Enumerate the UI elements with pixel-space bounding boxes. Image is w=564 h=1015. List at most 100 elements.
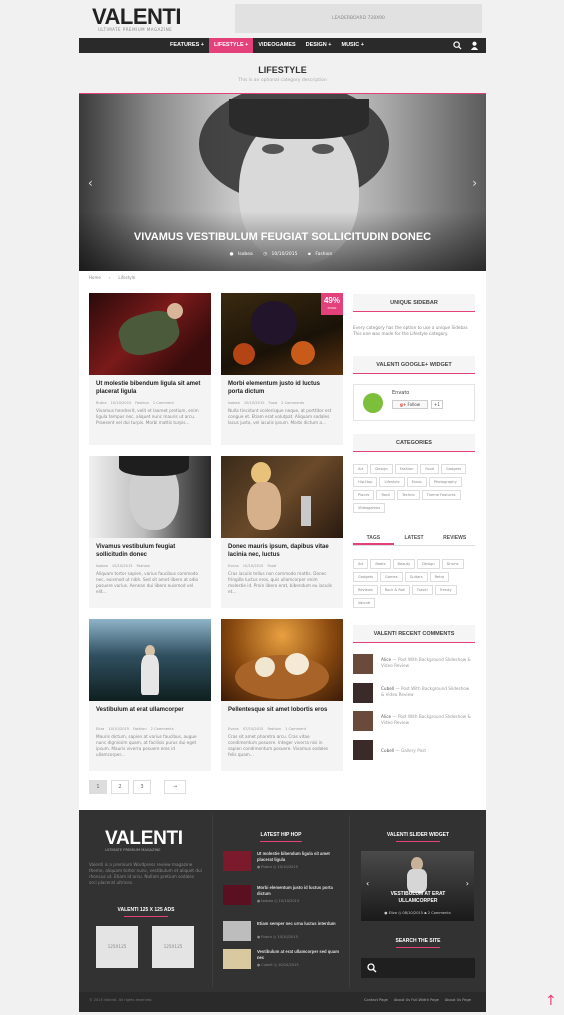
category-tag[interactable]: Food: [420, 464, 439, 474]
tag-link[interactable]: Drums: [441, 559, 464, 569]
category-tag[interactable]: Rock: [376, 490, 396, 500]
category-tag[interactable]: Art: [353, 464, 369, 474]
breadcrumb-home[interactable]: Home: [89, 275, 101, 280]
comment-text[interactable]: Alice — Post With Background Slideshow &…: [381, 657, 473, 669]
footer-post[interactable]: Ut molestie bibendum ligula sit amet pla…: [223, 851, 343, 871]
tag-link[interactable]: Guitars: [404, 572, 428, 582]
gplus-follow-button[interactable]: g+ Follow: [392, 400, 428, 409]
slider-prev-arrow-icon[interactable]: ‹: [366, 879, 369, 888]
footer-post[interactable]: Morbi elementum justo id luctus porta di…: [223, 885, 343, 905]
page-3-button[interactable]: 3: [133, 780, 151, 794]
tag-link[interactable]: Trendy: [434, 585, 457, 595]
leaderboard-ad[interactable]: LEADERBOARD 728X90: [235, 4, 482, 33]
page-2-button[interactable]: 2: [111, 780, 129, 794]
post-title[interactable]: Pellentesque sit amet lobortis eros: [228, 706, 336, 723]
tag-link[interactable]: Travel: [411, 585, 433, 595]
tag-link[interactable]: Gadgets: [353, 572, 379, 582]
nav-item-lifestyle[interactable]: LIFESTYLE +: [208, 38, 254, 53]
post-title[interactable]: Morbi elementum justo id luctus porta di…: [228, 380, 336, 397]
comment-item[interactable]: Cubell — Post With Background Slideshow …: [353, 683, 475, 705]
footer-search-input[interactable]: [361, 958, 475, 978]
search-icon[interactable]: [367, 963, 377, 973]
gplus-page-name[interactable]: Envato: [392, 390, 409, 396]
category-tag[interactable]: Gadgets: [440, 464, 467, 474]
comment-item[interactable]: Cubell — Gallery Post: [353, 740, 475, 762]
tag-link[interactable]: Retro: [429, 572, 450, 582]
footer-post[interactable]: Vestibulum at erat ullamcorper sed quam …: [223, 949, 343, 969]
category-tag[interactable]: Photography: [428, 477, 462, 487]
page-1-button[interactable]: 1: [89, 780, 107, 794]
back-to-top-arrow-icon[interactable]: ↑: [545, 993, 557, 1009]
category-tag[interactable]: Videogames: [353, 503, 386, 513]
footer-post-title[interactable]: Ut molestie bibendum ligula sit amet pla…: [257, 851, 343, 863]
hero-category[interactable]: ▪ Fashion: [308, 252, 335, 257]
comment-item[interactable]: Alice — Post With Background Slideshow &…: [353, 654, 475, 676]
hero-author[interactable]: ● Isobea: [230, 252, 256, 257]
post-thumbnail[interactable]: [221, 456, 343, 538]
hero-next-arrow-icon[interactable]: ›: [472, 176, 477, 190]
footer-link-about-full[interactable]: About Us Full-Width Page: [394, 998, 439, 1002]
footer-post-title[interactable]: Morbi elementum justo id luctus porta di…: [257, 885, 343, 897]
post-thumbnail[interactable]: 49% POOR: [221, 293, 343, 375]
footer-slider[interactable]: ‹ › VESTIBULUM AT ERAT ULLAMCORPER ● Eli…: [361, 851, 474, 921]
footer-post-title[interactable]: Vestibulum at erat ullamcorper sed quam …: [257, 949, 343, 961]
post-title[interactable]: Ut molestie bibendum ligula sit amet pla…: [96, 380, 204, 397]
category-tag[interactable]: Lifestyle: [379, 477, 405, 487]
user-icon[interactable]: [470, 41, 479, 50]
category-tag[interactable]: Fashion: [394, 464, 419, 474]
ad-125-1[interactable]: 125X125: [96, 926, 138, 968]
category-tag[interactable]: Theme Features: [421, 490, 461, 500]
tab-tags[interactable]: TAGS: [353, 530, 394, 545]
hero-title[interactable]: VIVAMUS VESTIBULUM FEUGIAT SOLLICITUDIN …: [79, 231, 486, 243]
post-card[interactable]: Pellentesque sit amet lobortis eros Evan…: [221, 619, 343, 771]
next-page-button[interactable]: →: [164, 780, 186, 794]
tag-link[interactable]: Beauty: [392, 559, 416, 569]
hero-prev-arrow-icon[interactable]: ‹: [88, 176, 93, 190]
nav-item-videogames[interactable]: VIDEOGAMES: [253, 38, 300, 53]
post-title[interactable]: Vivamus vestibulum feugiat sollicitudin …: [96, 543, 204, 560]
hero-slider[interactable]: ‹ › VIVAMUS VESTIBULUM FEUGIAT SOLLICITU…: [79, 94, 486, 271]
post-thumbnail[interactable]: [89, 619, 211, 701]
footer-logo[interactable]: VALENTI: [105, 828, 183, 850]
nav-item-design[interactable]: DESIGN +: [301, 38, 337, 53]
category-tag[interactable]: Places: [353, 490, 375, 500]
nav-item-music[interactable]: MUSIC +: [337, 38, 369, 53]
post-card[interactable]: Vestibulum at erat ullamcorper Eliza 10/1…: [89, 619, 211, 771]
footer-post-title[interactable]: Etiam semper nec urna luctus interdum: [257, 921, 343, 927]
post-thumbnail[interactable]: [221, 619, 343, 701]
category-tag[interactable]: Techno: [397, 490, 420, 500]
tag-link[interactable]: Reviews: [353, 585, 378, 595]
slider-caption[interactable]: VESTIBULUM AT ERAT ULLAMCORPER: [385, 891, 451, 905]
footer-post-thumbnail[interactable]: [223, 885, 251, 905]
tag-link[interactable]: Rock & Roll: [379, 585, 410, 595]
comment-text[interactable]: Cubell — Post With Background Slideshow …: [381, 686, 473, 698]
footer-link-contact[interactable]: Contact Page: [364, 998, 388, 1002]
category-tag[interactable]: Design: [370, 464, 393, 474]
slider-next-arrow-icon[interactable]: ›: [466, 879, 469, 888]
footer-post-thumbnail[interactable]: [223, 851, 251, 871]
comment-text[interactable]: Alice — Post With Background Slideshow &…: [381, 714, 473, 726]
tag-link[interactable]: Games: [380, 572, 403, 582]
post-card[interactable]: Ut molestie bibendum ligula sit amet pla…: [89, 293, 211, 445]
ad-125-2[interactable]: 125X125: [152, 926, 194, 968]
tab-reviews[interactable]: REVIEWS: [434, 530, 475, 545]
post-title[interactable]: Vestibulum at erat ullamcorper: [96, 706, 204, 723]
post-thumbnail[interactable]: [89, 456, 211, 538]
site-logo[interactable]: VALENTI: [92, 6, 181, 28]
footer-post-thumbnail[interactable]: [223, 949, 251, 969]
tag-link[interactable]: Beats: [370, 559, 391, 569]
tag-link[interactable]: Design: [417, 559, 440, 569]
comment-text[interactable]: Cubell — Gallery Post: [381, 748, 473, 754]
footer-link-about[interactable]: About Us Page: [445, 998, 471, 1002]
tab-latest[interactable]: LATEST: [394, 530, 435, 545]
footer-post[interactable]: Etiam semper nec urna luctus interdum ● R…: [223, 921, 343, 941]
post-thumbnail[interactable]: [89, 293, 211, 375]
tag-link[interactable]: Valenti: [353, 598, 376, 608]
post-card[interactable]: Vivamus vestibulum feugiat sollicitudin …: [89, 456, 211, 608]
footer-post-thumbnail[interactable]: [223, 921, 251, 941]
category-tag[interactable]: Music: [406, 477, 427, 487]
nav-item-features[interactable]: FEATURES +: [165, 38, 209, 53]
post-card[interactable]: Donec mauris ipsum, dapibus vitae lacini…: [221, 456, 343, 608]
search-icon[interactable]: [453, 41, 462, 50]
tag-link[interactable]: Art: [353, 559, 369, 569]
